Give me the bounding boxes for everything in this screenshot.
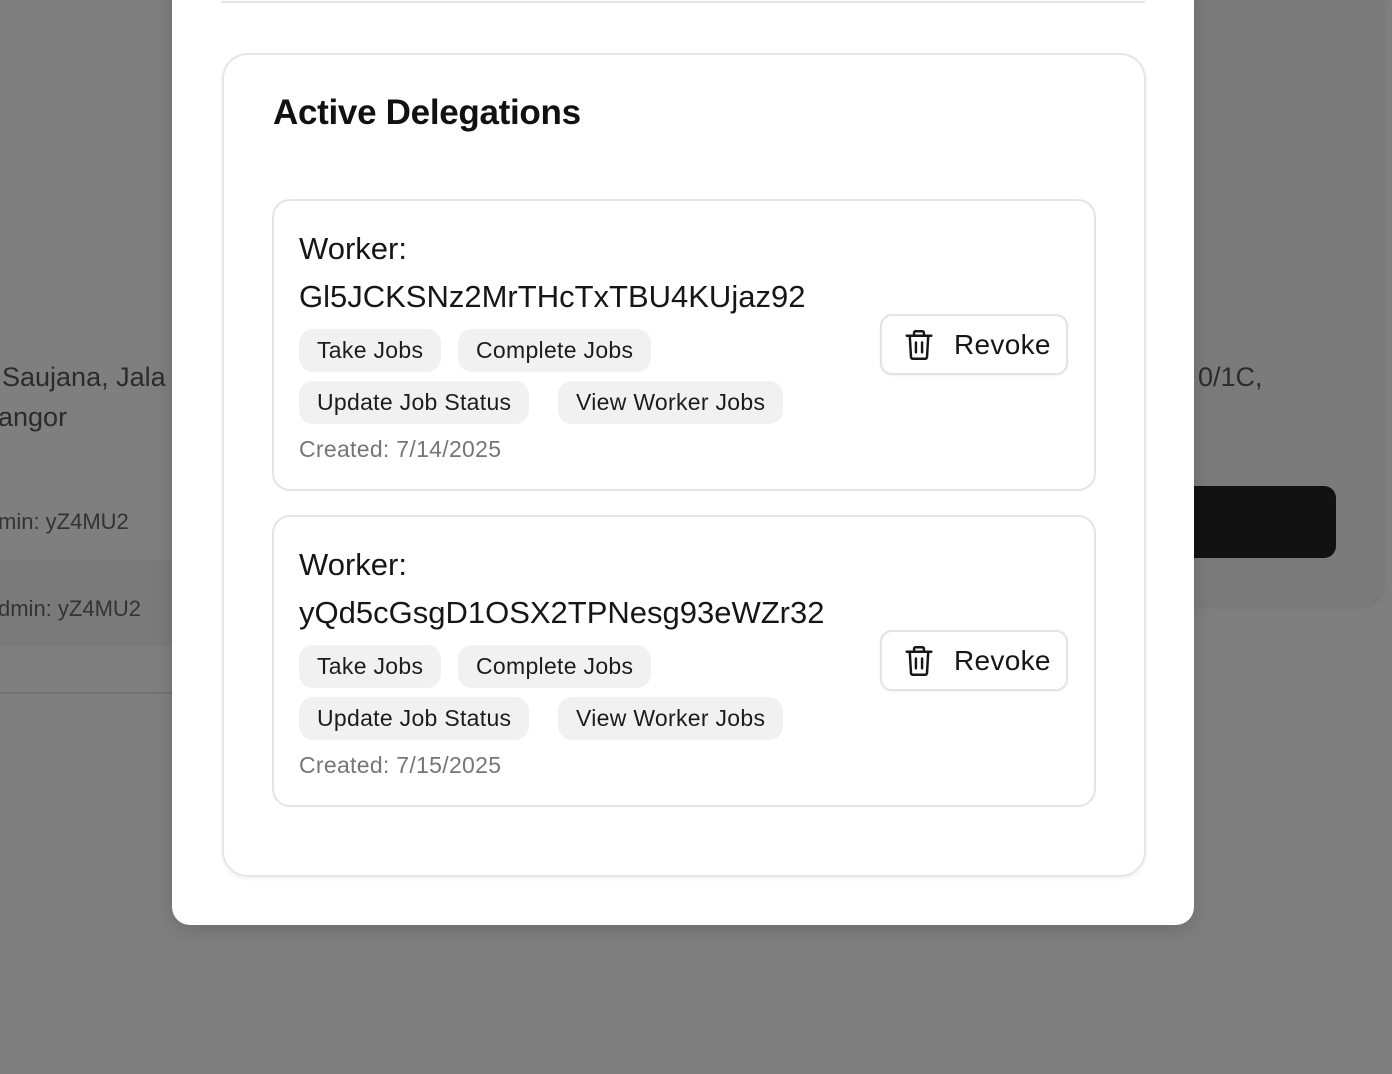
worker-id: yQd5cGsgD1OSX2TPNesg93eWZr32 [299,595,825,630]
permission-chip: Complete Jobs [458,329,652,372]
modal-dialog: Active Delegations Worker: Gl5JCKSNz2MrT… [172,0,1194,925]
revoke-label: Revoke [954,644,1051,676]
permission-chip: Take Jobs [299,645,442,688]
active-delegations-panel: Active Delegations Worker: Gl5JCKSNz2MrT… [222,53,1146,877]
background-admin-row-2: dmin: yZ4MU2 [0,596,142,621]
permission-chip: View Worker Jobs [558,381,784,424]
permission-chip: Update Job Status [299,381,530,424]
revoke-button[interactable]: Revoke [880,630,1068,691]
background-address-line-2: angor [0,402,68,432]
revoke-label: Revoke [954,328,1051,360]
worker-id: Gl5JCKSNz2MrTHcTxTBU4KUjaz92 [299,279,806,314]
panel-title: Active Delegations [273,93,581,132]
permission-chip: Complete Jobs [458,645,652,688]
permission-chip: Update Job Status [299,697,530,740]
revoke-button[interactable]: Revoke [880,314,1068,375]
modal-divider [221,1,1145,3]
trash-icon [905,329,933,360]
background-address-right: 0/1C, [1198,362,1263,392]
background-address-line-1: Saujana, Jala [2,362,166,392]
delegation-card: Worker: yQd5cGsgD1OSX2TPNesg93eWZr32 Tak… [272,515,1096,807]
worker-label: Worker: [299,547,407,582]
worker-label: Worker: [299,231,407,266]
trash-icon [905,645,933,676]
created-date: Created: 7/14/2025 [299,436,502,462]
background-admin-row-1: min: yZ4MU2 [0,509,129,534]
permission-chip: View Worker Jobs [558,697,784,740]
background-divider [0,692,180,694]
created-date: Created: 7/15/2025 [299,752,502,778]
delegation-card: Worker: Gl5JCKSNz2MrTHcTxTBU4KUjaz92 Tak… [272,199,1096,491]
permission-chip: Take Jobs [299,329,442,372]
